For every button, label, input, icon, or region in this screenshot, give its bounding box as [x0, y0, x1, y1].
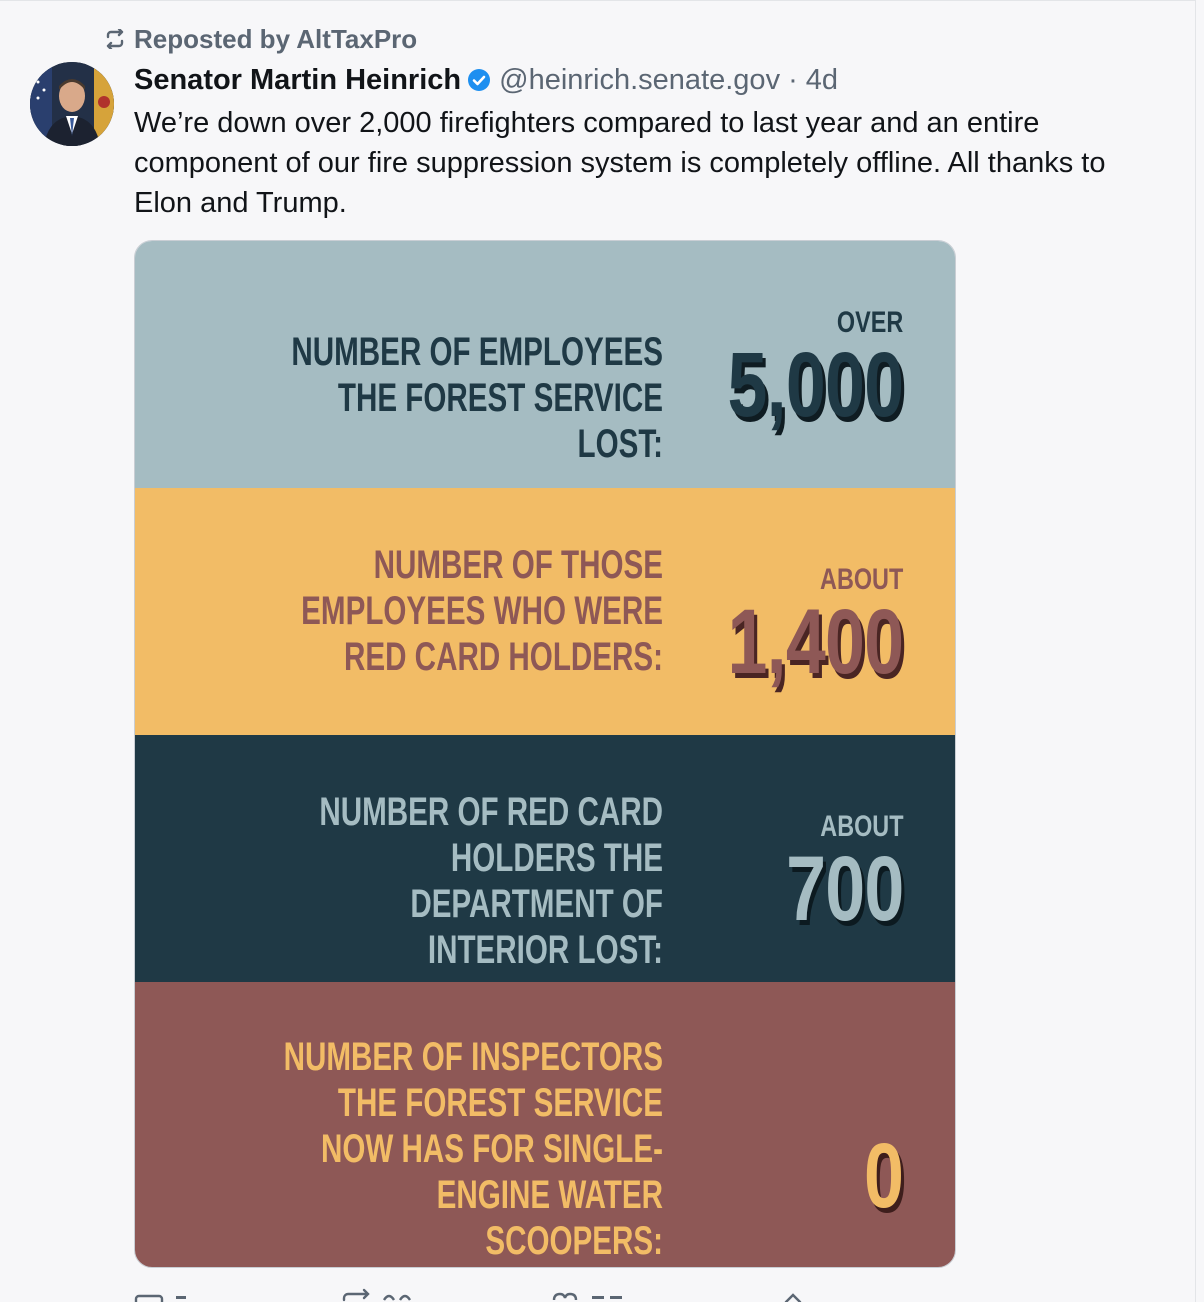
share-icon [784, 1293, 802, 1302]
row-figure: OVER 5,000 [678, 307, 903, 436]
row-value: 700 [785, 838, 904, 940]
like-count-glyph [592, 1296, 622, 1299]
row-label: Number of those employees who were red c… [301, 543, 663, 679]
repost-text[interactable]: Reposted by AltTaxPro [134, 24, 417, 55]
repost-indicator[interactable]: Reposted by AltTaxPro [104, 24, 417, 54]
row-label: Number of employees the Forest Service l… [291, 330, 663, 466]
author-display-name[interactable]: Senator Martin Heinrich [134, 64, 461, 97]
repost-count-glyph [382, 1294, 412, 1301]
author-row: Senator Martin Heinrich @heinrich.senate… [134, 60, 838, 100]
author-handle[interactable]: @heinrich.senate.gov [499, 64, 780, 97]
infographic-row-employees-lost: Number of employees the Forest Service l… [135, 241, 955, 488]
avatar-portrait [30, 62, 114, 146]
reply-button[interactable] [134, 1286, 188, 1302]
repost-icon [106, 29, 124, 49]
post-timestamp[interactable]: 4d [806, 64, 838, 97]
row-value: 5,000 [727, 334, 903, 436]
share-button[interactable] [778, 1286, 808, 1302]
row-label: Number of inspectors the Forest Service … [283, 1035, 663, 1263]
row-figure: 0 [853, 1125, 904, 1227]
row-value: 0 [863, 1125, 904, 1227]
verified-badge-icon [468, 69, 491, 91]
infographic-image[interactable]: Number of employees the Forest Service l… [134, 240, 956, 1268]
right-scroll-edge [1195, 0, 1204, 1302]
post-actions [134, 1286, 956, 1302]
heart-icon [552, 1292, 578, 1301]
avatar[interactable] [30, 62, 114, 146]
row-figure: ABOUT 700 [753, 811, 904, 940]
top-divider [0, 0, 1196, 1]
meta-separator: · [788, 63, 798, 96]
reply-icon [134, 1294, 164, 1302]
infographic-row-interior-lost: Number of red card holders the Departmen… [135, 735, 955, 982]
repost-button[interactable] [342, 1286, 412, 1302]
post-text: We’re down over 2,000 firefighters compa… [134, 107, 1106, 219]
row-label: Number of red card holders the Departmen… [319, 790, 663, 972]
repost-icon [342, 1288, 370, 1302]
infographic-row-red-card-holders: Number of those employees who were red c… [135, 488, 955, 735]
row-figure: ABOUT 1,400 [678, 564, 903, 693]
row-value: 1,400 [727, 591, 903, 693]
infographic-row-inspectors: Number of inspectors the Forest Service … [135, 982, 955, 1267]
reply-count-glyph [176, 1296, 186, 1299]
like-button[interactable] [550, 1286, 624, 1302]
